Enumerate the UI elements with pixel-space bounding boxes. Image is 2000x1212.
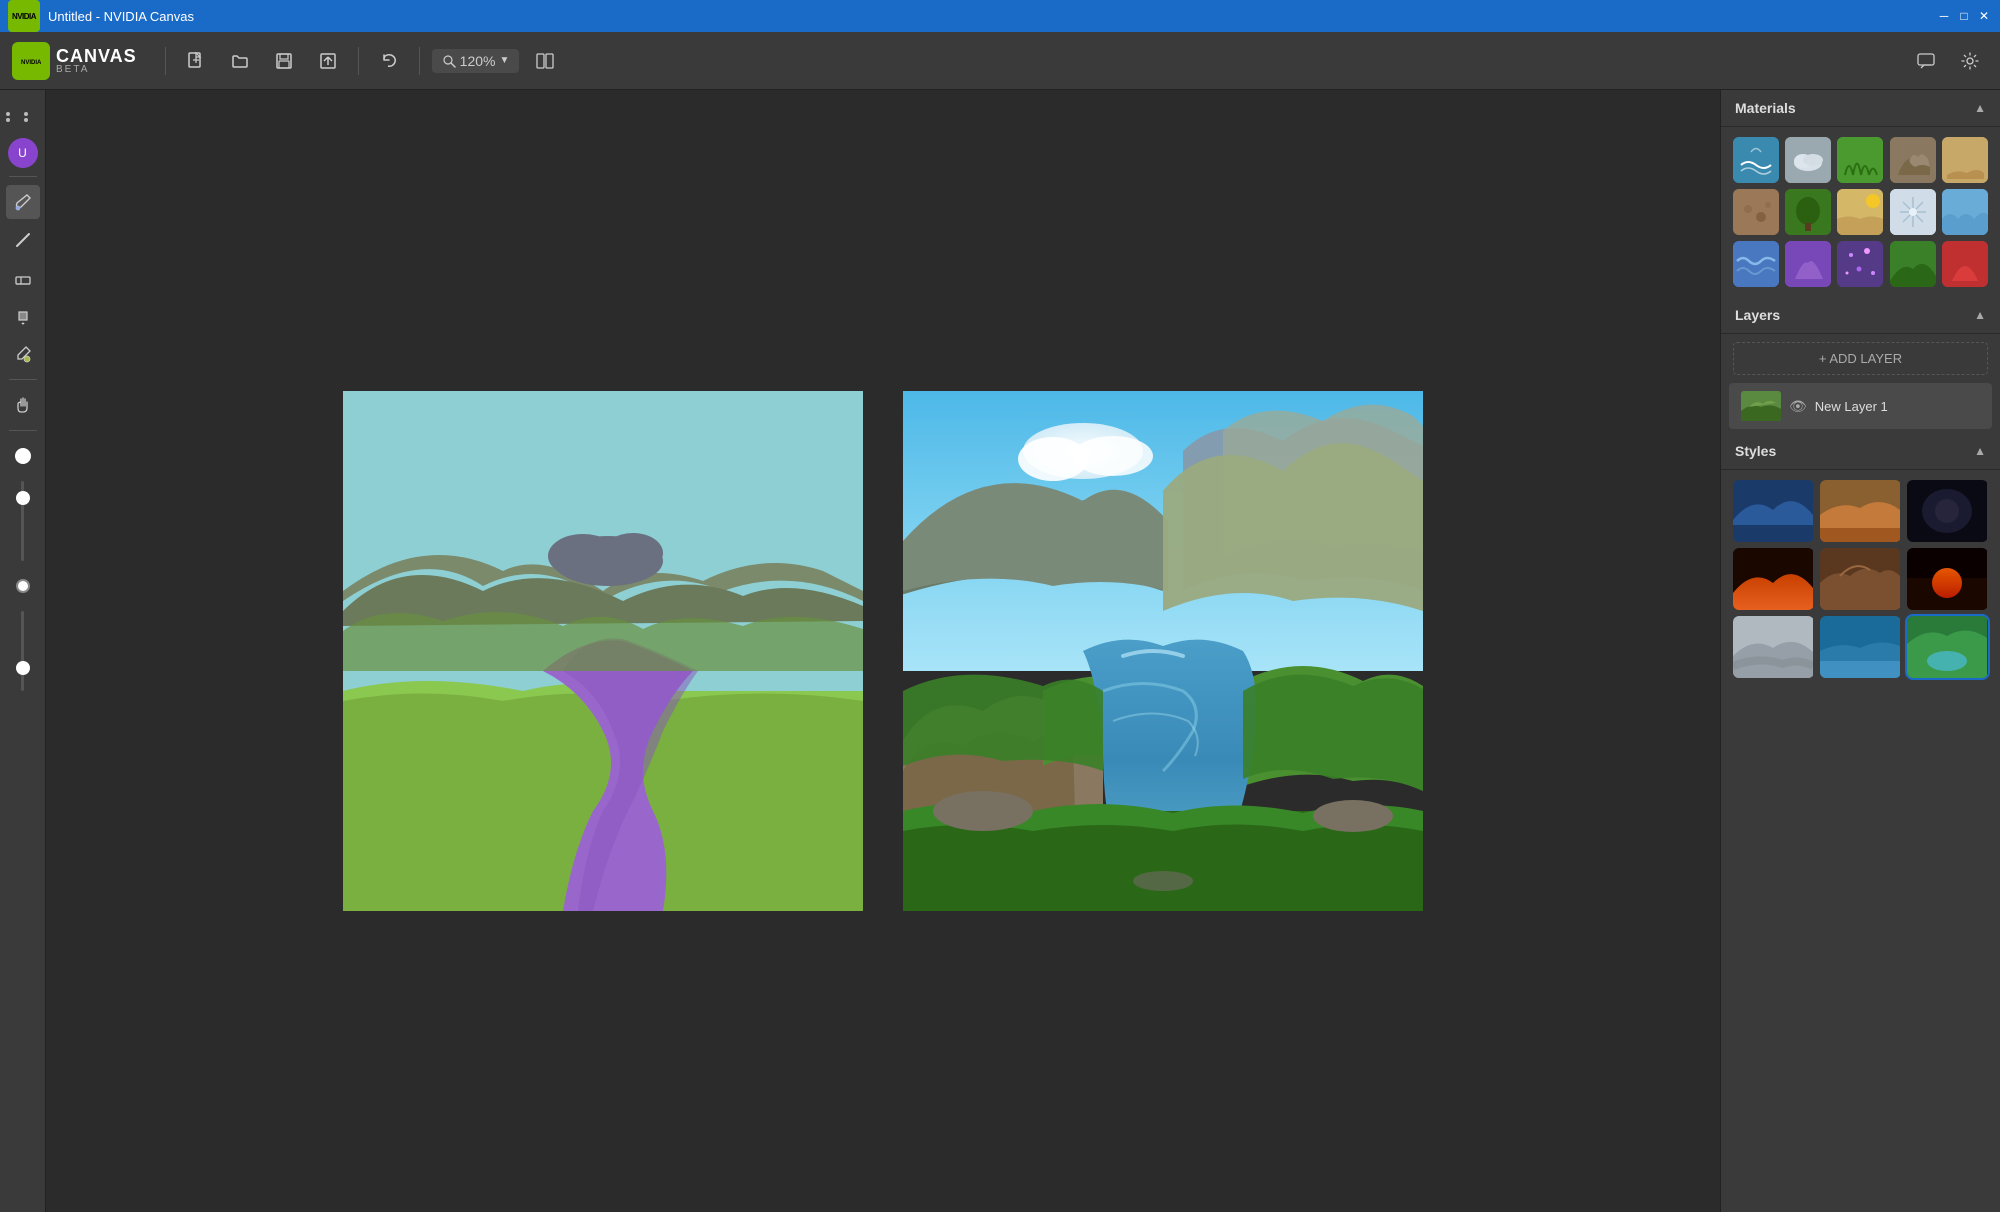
layers-chevron: ▲ (1974, 308, 1986, 322)
zoom-dropdown-icon: ▼ (499, 55, 509, 66)
material-dirt[interactable] (1733, 189, 1779, 235)
material-water[interactable] (1733, 137, 1779, 183)
material-grass[interactable] (1837, 137, 1883, 183)
color-picker-tool[interactable] (6, 337, 40, 371)
zoom-control[interactable]: 120% ▼ (432, 49, 520, 73)
save-button[interactable] (266, 43, 302, 79)
material-sky[interactable] (1942, 189, 1988, 235)
style-coastal[interactable] (1820, 616, 1901, 678)
layers-header[interactable]: Layers ▲ (1721, 297, 2000, 334)
styles-grid (1721, 470, 2000, 688)
photo-canvas[interactable] (903, 391, 1423, 911)
nvidia-logo: NVIDIA (8, 0, 40, 32)
layer-thumbnail (1741, 391, 1781, 421)
titlebar-left: NVIDIA Untitled - NVIDIA Canvas (8, 0, 194, 32)
tool-separator-3 (9, 430, 37, 431)
brand-name: CANVAS (56, 47, 137, 65)
line-tool[interactable] (6, 223, 40, 257)
hand-tool[interactable] (6, 388, 40, 422)
styles-header[interactable]: Styles ▲ (1721, 433, 2000, 470)
material-purple[interactable] (1785, 241, 1831, 287)
layer-item-1[interactable]: 👁 New Layer 1 (1729, 383, 1992, 429)
opacity-slider-thumb[interactable] (16, 491, 30, 505)
export-button[interactable] (310, 43, 346, 79)
materials-header[interactable]: Materials ▲ (1721, 90, 2000, 127)
titlebar: NVIDIA Untitled - NVIDIA Canvas ─ □ ✕ (0, 0, 2000, 32)
style-desert[interactable] (1820, 480, 1901, 542)
layer-visibility-toggle[interactable]: 👁 (1789, 398, 1807, 415)
material-sparkle[interactable] (1837, 241, 1883, 287)
eraser-tool[interactable] (6, 261, 40, 295)
add-layer-button[interactable]: + ADD LAYER (1733, 342, 1988, 375)
nvidia-brand-logo: NVIDIA (12, 42, 50, 80)
minimize-button[interactable]: ─ (1936, 8, 1952, 24)
undo-button[interactable] (371, 43, 407, 79)
main-area (46, 90, 1720, 1212)
color-circle[interactable] (6, 439, 40, 473)
layer-name: New Layer 1 (1815, 399, 1980, 414)
material-cloud[interactable] (1785, 137, 1831, 183)
brush-tool[interactable] (6, 185, 40, 219)
photo-canvas-panel (903, 391, 1423, 911)
material-waves[interactable] (1733, 241, 1779, 287)
toolbar-separator-2 (358, 47, 359, 75)
new-button[interactable] (178, 43, 214, 79)
material-beach[interactable] (1837, 189, 1883, 235)
titlebar-controls[interactable]: ─ □ ✕ (1936, 8, 1992, 24)
svg-text:NVIDIA: NVIDIA (21, 60, 42, 66)
material-sand[interactable] (1942, 137, 1988, 183)
style-blue-mountains[interactable] (1733, 480, 1814, 542)
material-tree[interactable] (1785, 189, 1831, 235)
right-panel: Materials ▲ (1720, 90, 2000, 1212)
opacity-slider-track (21, 481, 24, 561)
styles-chevron: ▲ (1974, 444, 1986, 458)
maximize-button[interactable]: □ (1956, 8, 1972, 24)
style-misty[interactable] (1733, 616, 1814, 678)
style-sunset[interactable] (1907, 548, 1988, 610)
material-rock[interactable] (1890, 137, 1936, 183)
compare-button[interactable] (527, 43, 563, 79)
close-button[interactable]: ✕ (1976, 8, 1992, 24)
open-button[interactable] (222, 43, 258, 79)
toolbar: NVIDIA CANVAS BETA (0, 32, 2000, 90)
materials-title: Materials (1735, 100, 1796, 116)
toolbar-separator-1 (165, 47, 166, 75)
styles-title: Styles (1735, 443, 1776, 459)
window-title: Untitled - NVIDIA Canvas (48, 9, 194, 24)
brand-title: CANVAS BETA (56, 47, 137, 75)
style-dark[interactable] (1907, 480, 1988, 542)
style-orange-mountains[interactable] (1733, 548, 1814, 610)
materials-grid (1721, 127, 2000, 297)
left-sidebar: U (0, 90, 46, 1212)
tool-separator-2 (9, 379, 37, 380)
zoom-value: 120% (460, 53, 496, 69)
material-greenhill[interactable] (1890, 241, 1936, 287)
style-rocky-desert[interactable] (1820, 548, 1901, 610)
grid-tool[interactable] (6, 100, 40, 134)
segmentation-canvas-panel (343, 391, 863, 911)
size-slider-track (21, 611, 24, 691)
style-lakeview[interactable] (1907, 616, 1988, 678)
material-snow[interactable] (1890, 189, 1936, 235)
tool-separator-1 (9, 176, 37, 177)
segmentation-canvas[interactable] (343, 391, 863, 911)
materials-chevron: ▲ (1974, 101, 1986, 115)
fill-tool[interactable] (6, 299, 40, 333)
brand-badge: BETA (56, 65, 137, 75)
user-avatar[interactable]: U (8, 138, 38, 168)
toolbar-separator-3 (419, 47, 420, 75)
dot-indicator (6, 569, 40, 603)
settings-button[interactable] (1952, 43, 1988, 79)
feedback-button[interactable] (1908, 43, 1944, 79)
layers-title: Layers (1735, 307, 1780, 323)
size-slider-thumb[interactable] (16, 661, 30, 675)
material-red[interactable] (1942, 241, 1988, 287)
